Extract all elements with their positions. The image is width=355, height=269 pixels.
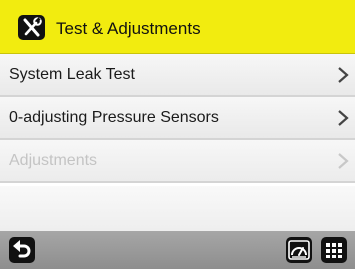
menu-item-label: Adjustments (9, 152, 98, 169)
test-adjustments-screen: Test & Adjustments System Leak Test 0-ad… (0, 0, 355, 269)
gauge-button[interactable] (286, 237, 312, 263)
footer-bar (0, 231, 355, 269)
menu-list: System Leak Test 0-adjusting Pressure Se… (0, 54, 355, 183)
page-title: Test & Adjustments (56, 19, 201, 38)
chevron-right-icon (337, 109, 349, 132)
header-bar: Test & Adjustments (0, 0, 355, 54)
back-button[interactable] (9, 237, 35, 263)
chevron-right-icon (337, 152, 349, 175)
menu-item-adjustments: Adjustments (0, 140, 355, 183)
menu-item-label: 0-adjusting Pressure Sensors (9, 109, 219, 126)
empty-row (0, 186, 355, 231)
menu-item-system-leak-test[interactable]: System Leak Test (0, 54, 355, 97)
chevron-right-icon (337, 66, 349, 89)
menu-item-label: System Leak Test (9, 66, 135, 83)
tools-icon (18, 15, 45, 40)
menu-item-0-adjusting-pressure-sensors[interactable]: 0-adjusting Pressure Sensors (0, 97, 355, 140)
grid-menu-button[interactable] (321, 237, 347, 263)
